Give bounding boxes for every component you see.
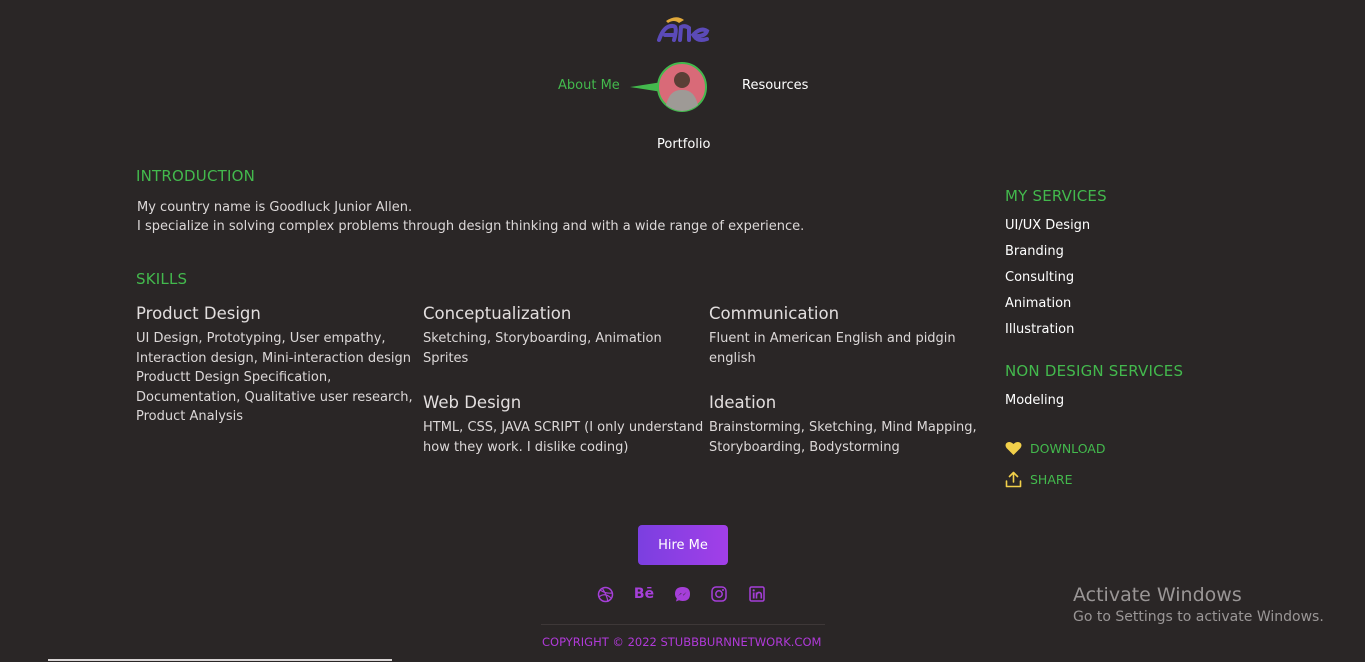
- nav-about-me[interactable]: About Me: [558, 78, 620, 93]
- activate-windows-subtitle: Go to Settings to activate Windows.: [1073, 609, 1324, 625]
- logo-icon[interactable]: [656, 14, 710, 44]
- skill-line: Documentation, Qualitative user research…: [136, 389, 413, 405]
- skill-line: how they work. I dislike coding): [423, 439, 629, 455]
- skill-conceptualization: Conceptualization Sketching, Storyboardi…: [423, 304, 708, 368]
- skill-line: Product Analysis: [136, 409, 244, 424]
- service-item-animation: Animation: [1005, 296, 1072, 311]
- skill-communication: Communication Fluent in American English…: [709, 304, 989, 368]
- download-label: DOWNLOAD: [1030, 441, 1106, 456]
- skill-line: Brainstorming, Sketching, Mind Mapping,: [709, 420, 977, 435]
- non-design-services-heading: NON DESIGN SERVICES: [1005, 362, 1184, 380]
- skill-title: Communication: [709, 304, 840, 323]
- avatar[interactable]: [630, 61, 710, 113]
- skill-title: Conceptualization: [423, 304, 572, 323]
- footer-divider: [541, 624, 825, 625]
- skill-line: UI Design, Prototyping, User empathy,: [136, 331, 386, 346]
- skill-line: Storyboarding, Bodystorming: [709, 439, 900, 455]
- service-item-modeling: Modeling: [1005, 393, 1065, 408]
- skill-ideation: Ideation Brainstorming, Sketching, Mind …: [709, 393, 989, 457]
- copyright-text: COPYRIGHT © 2022 STUBBBURNNETWORK.COM: [542, 635, 822, 649]
- share-button[interactable]: SHARE: [1005, 471, 1072, 488]
- messenger-icon[interactable]: [673, 585, 691, 603]
- skill-title: Product Design: [136, 304, 261, 323]
- skill-description: Sketching, Storyboarding, Animation Spri…: [423, 329, 708, 368]
- introduction-line-2: I specialize in solving complex problems…: [137, 219, 805, 234]
- skill-line: english: [709, 350, 756, 366]
- skill-description: UI Design, Prototyping, User empathy, In…: [136, 329, 421, 427]
- skill-description: Fluent in American English and pidgin en…: [709, 329, 989, 368]
- activate-windows-title: Activate Windows: [1073, 584, 1242, 606]
- skill-line: Sprites: [423, 350, 469, 366]
- hire-me-button[interactable]: Hire Me: [638, 525, 728, 565]
- service-item-branding: Branding: [1005, 244, 1064, 259]
- skill-line: Fluent in American English and pidgin: [709, 331, 956, 346]
- introduction-line-1: My country name is Goodluck Junior Allen…: [137, 200, 413, 215]
- skill-title: Ideation: [709, 393, 777, 412]
- skill-description: Brainstorming, Sketching, Mind Mapping, …: [709, 418, 989, 457]
- skill-product-design: Product Design UI Design, Prototyping, U…: [136, 304, 421, 427]
- linkedin-icon[interactable]: [748, 585, 766, 603]
- skill-line: HTML, CSS, JAVA SCRIPT (I only understan…: [423, 420, 704, 435]
- heart-icon: [1005, 441, 1022, 455]
- upload-icon: [1005, 471, 1022, 488]
- nav-resources[interactable]: Resources: [742, 78, 808, 93]
- skill-web-design: Web Design HTML, CSS, JAVA SCRIPT (I onl…: [423, 393, 708, 457]
- skill-line: Sketching, Storyboarding, Animation: [423, 331, 662, 346]
- service-item-ui-ux-design: UI/UX Design: [1005, 218, 1091, 233]
- skill-line: Interaction design, Mini-interaction des…: [136, 350, 411, 366]
- service-item-illustration: Illustration: [1005, 322, 1075, 337]
- bottom-scroll-indicator: [48, 659, 392, 661]
- my-services-heading: MY SERVICES: [1005, 187, 1107, 205]
- skill-description: HTML, CSS, JAVA SCRIPT (I only understan…: [423, 418, 708, 457]
- instagram-icon[interactable]: [710, 585, 728, 603]
- skill-title: Web Design: [423, 393, 522, 412]
- dribbble-icon[interactable]: [596, 585, 614, 603]
- introduction-heading: INTRODUCTION: [136, 167, 256, 185]
- behance-icon[interactable]: Bē: [634, 585, 654, 603]
- share-label: SHARE: [1030, 472, 1073, 487]
- download-button[interactable]: DOWNLOAD: [1005, 441, 1106, 456]
- skills-heading: SKILLS: [136, 270, 188, 288]
- skill-line: Productt Design Specification,: [136, 370, 332, 385]
- service-item-consulting: Consulting: [1005, 270, 1075, 285]
- nav-portfolio[interactable]: Portfolio: [657, 137, 710, 152]
